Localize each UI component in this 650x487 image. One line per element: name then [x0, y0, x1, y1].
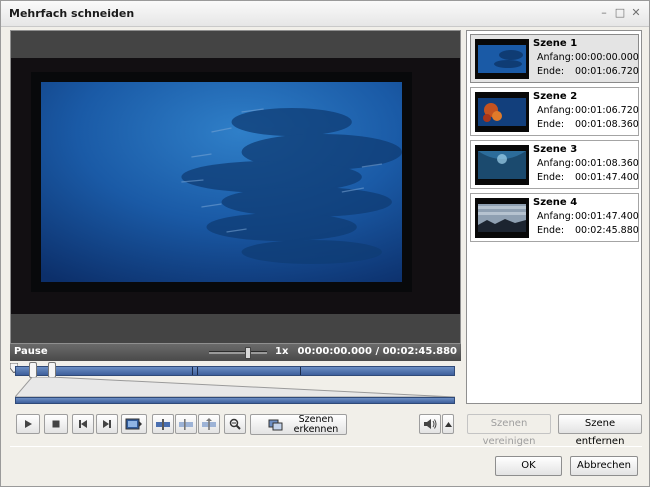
scene-item[interactable]: Szene 3 Anfang: 00:01:08.360 Ende: 00:01:4…	[470, 140, 639, 189]
scene-cut-marker	[192, 367, 194, 375]
merge-scenes-button[interactable]: Szenen vereinigen	[467, 414, 551, 447]
detect-scenes-button[interactable]: Szenen erkennen	[250, 414, 347, 435]
scene-item[interactable]: Szene 4 Anfang: 00:01:47.400 Ende: 00:02:4…	[470, 193, 639, 242]
scene-start-value: 00:00:00.000	[575, 52, 639, 63]
speed-label: 1x	[275, 346, 289, 357]
video-image	[41, 82, 402, 282]
play-scene-button[interactable]	[121, 414, 147, 434]
scene-start: Anfang: 00:01:47.400	[537, 211, 639, 222]
speed-slider[interactable]	[209, 347, 267, 359]
scene-name: Szene 3	[533, 144, 578, 155]
split-scene-button[interactable]	[152, 414, 174, 434]
scene-thumbnail	[475, 39, 529, 79]
detect-scenes-label: Szenen erkennen	[293, 414, 339, 435]
scene-end-value: 00:01:47.400	[575, 172, 639, 183]
scene-name: Szene 2	[533, 91, 578, 102]
next-scene-button[interactable]	[96, 414, 118, 434]
scene-cut-marker	[196, 367, 198, 375]
scene-start: Anfang: 00:00:00.000	[537, 52, 639, 63]
scene-detect-icon	[268, 419, 283, 431]
selection-start-handle[interactable]	[29, 362, 38, 378]
scene-end-value: 00:01:06.720	[575, 66, 639, 77]
scene-end-value: 00:01:08.360	[575, 119, 639, 130]
previous-scene-button[interactable]	[72, 414, 94, 434]
scene-name: Szene 4	[533, 197, 578, 208]
scene-thumbnail	[475, 145, 529, 185]
scene-start-icon	[179, 419, 193, 430]
scene-start-value: 00:01:47.400	[575, 211, 639, 222]
selection-end-handle[interactable]	[47, 362, 56, 378]
timeline-track[interactable]	[15, 362, 455, 378]
remove-scene-button[interactable]: Szene entfernen	[558, 414, 642, 447]
scene-end-value: 00:02:45.880	[575, 225, 639, 236]
title-bar[interactable]: Mehrfach schneiden – □ ✕	[1, 1, 649, 27]
timeline-zoom-indicator	[15, 377, 455, 397]
scene-start: Anfang: 00:01:06.720	[537, 105, 639, 116]
scene-start-label: Anfang:	[537, 158, 574, 169]
volume-button[interactable]	[419, 414, 441, 434]
scene-start-label: Anfang:	[537, 52, 574, 63]
dialog-window: Mehrfach schneiden – □ ✕ Pause 1x 00:00:…	[0, 0, 650, 487]
scene-start-label: Anfang:	[537, 211, 574, 222]
scene-start-value: 00:01:08.360	[575, 158, 639, 169]
chevron-up-icon	[444, 421, 452, 427]
set-scene-end-button[interactable]	[198, 414, 220, 434]
scene-item[interactable]: Szene 1 Anfang: 00:00:00.000 Ende: 00:01:0…	[470, 34, 639, 83]
scene-start: Anfang: 00:01:08.360	[537, 158, 639, 169]
skip-forward-icon	[103, 420, 111, 428]
stop-icon	[52, 420, 60, 428]
scene-end: Ende: 00:01:08.360	[537, 119, 639, 130]
timeline-overview[interactable]	[15, 397, 455, 404]
stop-button[interactable]	[44, 414, 68, 434]
film-play-icon	[125, 418, 142, 430]
volume-menu-button[interactable]	[442, 414, 454, 434]
close-icon[interactable]: ✕	[629, 6, 643, 20]
scene-start-label: Anfang:	[537, 105, 574, 116]
split-icon	[156, 419, 170, 430]
divider	[10, 446, 642, 447]
window-controls: – □ ✕	[597, 6, 643, 20]
scene-end-label: Ende:	[537, 119, 565, 130]
playback-status: Pause	[14, 346, 48, 357]
time-readout: 00:00:00.000 / 00:02:45.880	[297, 346, 457, 357]
scene-cut-marker	[299, 367, 301, 375]
scene-name: Szene 1	[533, 38, 578, 49]
video-frame	[31, 72, 412, 292]
scene-end-label: Ende:	[537, 225, 565, 236]
scene-thumbnail	[475, 198, 529, 238]
video-letterbox	[11, 58, 460, 314]
maximize-icon[interactable]: □	[613, 6, 627, 20]
playback-status-bar: Pause 1x 00:00:00.000 / 00:02:45.880	[10, 344, 461, 361]
scene-end-label: Ende:	[537, 172, 565, 183]
cancel-button[interactable]: Abbrechen	[570, 456, 638, 476]
scene-end: Ende: 00:01:47.400	[537, 172, 639, 183]
scene-end-label: Ende:	[537, 66, 565, 77]
scene-end: Ende: 00:01:06.720	[537, 66, 639, 77]
magnifier-icon	[229, 418, 241, 430]
window-title: Mehrfach schneiden	[9, 7, 135, 20]
zoom-button[interactable]	[224, 414, 246, 434]
set-scene-start-button[interactable]	[175, 414, 197, 434]
play-button[interactable]	[16, 414, 40, 434]
scene-item[interactable]: Szene 2 Anfang: 00:01:06.720 Ende: 00:01:0…	[470, 87, 639, 136]
play-icon	[25, 420, 32, 428]
skip-back-icon	[79, 420, 87, 428]
scene-list: Szene 1 Anfang: 00:00:00.000 Ende: 00:01:0…	[466, 30, 642, 404]
scene-start-value: 00:01:06.720	[575, 105, 639, 116]
ok-button[interactable]: OK	[495, 456, 562, 476]
speed-slider-handle[interactable]	[245, 347, 252, 359]
scene-end: Ende: 00:02:45.880	[537, 225, 639, 236]
video-preview	[10, 30, 461, 344]
speaker-icon	[424, 419, 437, 429]
minimize-icon[interactable]: –	[597, 6, 611, 20]
scene-end-icon	[202, 418, 216, 430]
scene-thumbnail	[475, 92, 529, 132]
